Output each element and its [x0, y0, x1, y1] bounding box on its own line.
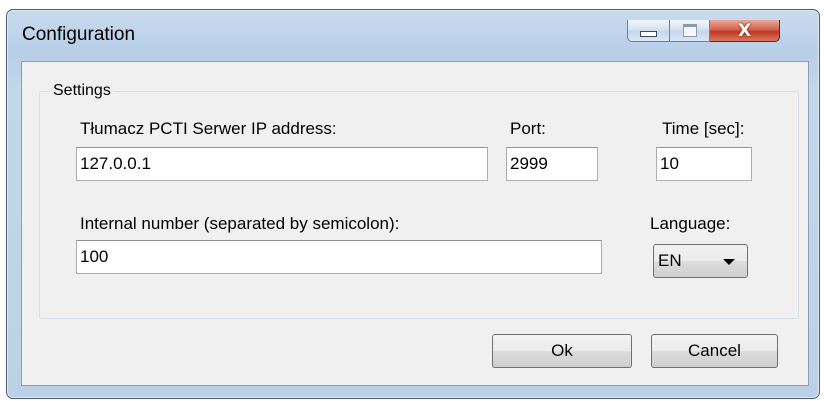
internal-number-label: Internal number (separated by semicolon)… — [80, 214, 400, 233]
caption-buttons: X — [627, 20, 780, 44]
dialog-client-area: Settings Tłumacz PCTI Serwer IP address:… — [21, 61, 809, 386]
language-selected-value: EN — [658, 251, 682, 270]
ok-button[interactable]: Ok — [492, 334, 632, 368]
server-ip-input[interactable]: 127.0.0.1 — [76, 147, 488, 181]
window-title: Configuration — [22, 24, 136, 45]
server-ip-label: Tłumacz PCTI Serwer IP address: — [80, 119, 337, 138]
settings-group-label: Settings — [50, 82, 114, 100]
cancel-button[interactable]: Cancel — [651, 334, 778, 368]
close-icon: X — [737, 20, 752, 41]
language-select[interactable]: EN — [653, 244, 748, 278]
close-button[interactable]: X — [710, 20, 780, 42]
time-label: Time [sec]: — [662, 119, 745, 138]
minimize-icon — [640, 30, 657, 37]
port-label: Port: — [510, 119, 546, 138]
maximize-button[interactable] — [670, 20, 710, 42]
maximize-icon — [682, 24, 697, 37]
port-input[interactable]: 2999 — [506, 147, 598, 181]
internal-number-input[interactable]: 100 — [76, 240, 602, 274]
language-label: Language: — [650, 214, 731, 233]
time-input[interactable]: 10 — [656, 147, 752, 181]
minimize-button[interactable] — [627, 20, 670, 42]
chevron-down-icon — [723, 259, 735, 265]
